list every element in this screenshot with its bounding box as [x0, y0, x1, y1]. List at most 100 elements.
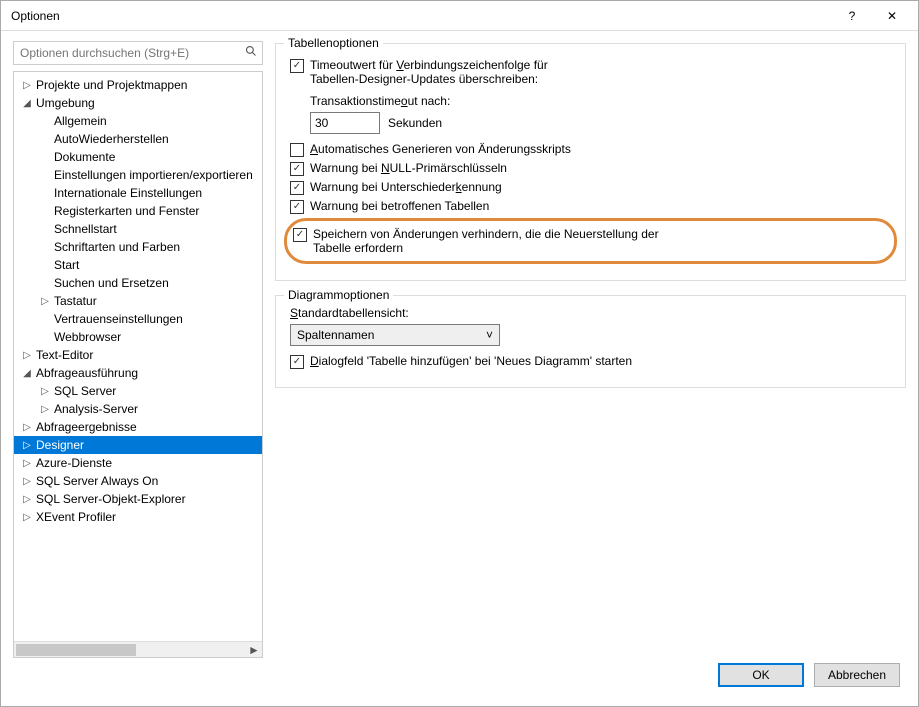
- tree-item-label: Allgemein: [52, 114, 107, 128]
- tree-item-label: Designer: [34, 438, 84, 452]
- help-icon: ?: [849, 9, 856, 23]
- search-box[interactable]: [13, 41, 263, 65]
- table-options-title: Tabellenoptionen: [284, 36, 383, 50]
- tree-item-label: Schnellstart: [52, 222, 117, 236]
- tree-item-label: XEvent Profiler: [34, 510, 116, 524]
- tree-item-label: Internationale Einstellungen: [52, 186, 202, 200]
- tree-item[interactable]: Start: [14, 256, 262, 274]
- tree-item[interactable]: Dokumente: [14, 148, 262, 166]
- tree-item-label: Umgebung: [34, 96, 95, 110]
- tree-item-label: SQL Server Always On: [34, 474, 158, 488]
- auto-generate-scripts-label: Automatisches Generieren von Änderungssk…: [310, 142, 571, 156]
- tree-item-label: SQL Server-Objekt-Explorer: [34, 492, 186, 506]
- diagram-options-group: Diagrammoptionen Standardtabellensicht: …: [275, 295, 906, 388]
- help-button[interactable]: ?: [832, 2, 872, 30]
- seconds-label: Sekunden: [388, 116, 442, 130]
- tree-item[interactable]: ▷Azure-Dienste: [14, 454, 262, 472]
- tree-item[interactable]: ▷Designer: [14, 436, 262, 454]
- auto-generate-scripts-checkbox[interactable]: [290, 143, 304, 157]
- tree-item[interactable]: ▷Abfrageergebnisse: [14, 418, 262, 436]
- tree-collapsed-icon[interactable]: ▷: [38, 296, 52, 307]
- tree-item-label: Suchen und Ersetzen: [52, 276, 169, 290]
- default-table-view-label: Standardtabellensicht:: [290, 306, 891, 320]
- tree-item[interactable]: Schriftarten und Farben: [14, 238, 262, 256]
- tree-item[interactable]: ▷Tastatur: [14, 292, 262, 310]
- tree-collapsed-icon[interactable]: ▷: [20, 440, 34, 451]
- tree-expanded-icon[interactable]: ◢: [20, 368, 34, 379]
- tree-item[interactable]: ◢Umgebung: [14, 94, 262, 112]
- tree-item[interactable]: ◢Abfrageausführung: [14, 364, 262, 382]
- warn-affected-tables-label: Warnung bei betroffenen Tabellen: [310, 199, 489, 213]
- tree-collapsed-icon[interactable]: ▷: [20, 422, 34, 433]
- timeout-override-checkbox[interactable]: [290, 59, 304, 73]
- tree-h-scrollbar[interactable]: ◄ ►: [14, 641, 262, 657]
- warn-difference-checkbox[interactable]: [290, 181, 304, 195]
- tree-item[interactable]: ▷SQL Server Always On: [14, 472, 262, 490]
- tree-item[interactable]: ▷Text-Editor: [14, 346, 262, 364]
- tree-item-label: Azure-Dienste: [34, 456, 112, 470]
- tree-item-label: Webbrowser: [52, 330, 121, 344]
- tree-collapsed-icon[interactable]: ▷: [20, 512, 34, 523]
- tree-collapsed-icon[interactable]: ▷: [20, 458, 34, 469]
- cancel-button[interactable]: Abbrechen: [814, 663, 900, 687]
- tree-item[interactable]: ▷XEvent Profiler: [14, 508, 262, 526]
- tree-item[interactable]: ▷Projekte und Projektmappen: [14, 76, 262, 94]
- search-icon: [245, 45, 257, 60]
- tree-item-label: Projekte und Projektmappen: [34, 78, 187, 92]
- scroll-thumb[interactable]: [16, 644, 136, 656]
- diagram-options-title: Diagrammoptionen: [284, 288, 393, 302]
- tree-item-label: Abfrageausführung: [34, 366, 138, 380]
- chevron-down-icon: ˅: [486, 328, 493, 342]
- dialog-add-table-label: Dialogfeld 'Tabelle hinzufügen' bei 'Neu…: [310, 354, 632, 368]
- prevent-save-label: Speichern von Änderungen verhindern, die…: [313, 227, 673, 255]
- tree-item-label: Registerkarten und Fenster: [52, 204, 199, 218]
- tree-collapsed-icon[interactable]: ▷: [20, 476, 34, 487]
- warn-difference-label: Warnung bei Unterschiederkennung: [310, 180, 502, 194]
- tree-collapsed-icon[interactable]: ▷: [20, 80, 34, 91]
- tree-collapsed-icon[interactable]: ▷: [20, 494, 34, 505]
- tree-item-label: Einstellungen importieren/exportieren: [52, 168, 253, 182]
- tree-item[interactable]: ▷SQL Server-Objekt-Explorer: [14, 490, 262, 508]
- tree-item-label: Vertrauenseinstellungen: [52, 312, 183, 326]
- close-icon: ✕: [887, 9, 897, 23]
- prevent-save-highlight: Speichern von Änderungen verhindern, die…: [284, 218, 897, 264]
- window-title: Optionen: [11, 9, 832, 23]
- tree-item-label: Dokumente: [52, 150, 115, 164]
- default-table-view-value: Spaltennamen: [297, 328, 374, 342]
- tree-item-label: Abfrageergebnisse: [34, 420, 137, 434]
- options-tree[interactable]: ▷Projekte und Projektmappen◢UmgebungAllg…: [14, 72, 262, 641]
- default-table-view-select[interactable]: Spaltennamen ˅: [290, 324, 500, 346]
- tree-collapsed-icon[interactable]: ▷: [20, 350, 34, 361]
- warn-null-pk-label: Warnung bei NULL-Primärschlüsseln: [310, 161, 507, 175]
- ok-button[interactable]: OK: [718, 663, 804, 687]
- transaction-timeout-input[interactable]: [310, 112, 380, 134]
- tree-item-label: Schriftarten und Farben: [52, 240, 180, 254]
- tree-collapsed-icon[interactable]: ▷: [38, 404, 52, 415]
- tree-item[interactable]: ▷SQL Server: [14, 382, 262, 400]
- tree-item[interactable]: ▷Analysis-Server: [14, 400, 262, 418]
- tree-collapsed-icon[interactable]: ▷: [38, 386, 52, 397]
- dialog-add-table-checkbox[interactable]: [290, 355, 304, 369]
- close-button[interactable]: ✕: [872, 2, 912, 30]
- table-options-group: Tabellenoptionen Timeoutwert für Verbind…: [275, 43, 906, 281]
- scroll-right-icon[interactable]: ►: [246, 642, 262, 658]
- tree-item[interactable]: Einstellungen importieren/exportieren: [14, 166, 262, 184]
- warn-affected-tables-checkbox[interactable]: [290, 200, 304, 214]
- tree-item[interactable]: Internationale Einstellungen: [14, 184, 262, 202]
- tree-item[interactable]: Allgemein: [14, 112, 262, 130]
- prevent-save-checkbox[interactable]: [293, 228, 307, 242]
- timeout-override-label: Timeoutwert für Verbindungszeichenfolge …: [310, 58, 548, 86]
- tree-item[interactable]: Suchen und Ersetzen: [14, 274, 262, 292]
- tree-item[interactable]: AutoWiederherstellen: [14, 130, 262, 148]
- warn-null-pk-checkbox[interactable]: [290, 162, 304, 176]
- tree-item-label: SQL Server: [52, 384, 116, 398]
- tree-item[interactable]: Registerkarten und Fenster: [14, 202, 262, 220]
- tree-item[interactable]: Schnellstart: [14, 220, 262, 238]
- tree-item-label: Tastatur: [52, 294, 97, 308]
- tree-item[interactable]: Webbrowser: [14, 328, 262, 346]
- tree-item-label: Start: [52, 258, 79, 272]
- tree-expanded-icon[interactable]: ◢: [20, 98, 34, 109]
- tree-item[interactable]: Vertrauenseinstellungen: [14, 310, 262, 328]
- search-input[interactable]: [13, 41, 263, 65]
- tree-item-label: AutoWiederherstellen: [52, 132, 169, 146]
